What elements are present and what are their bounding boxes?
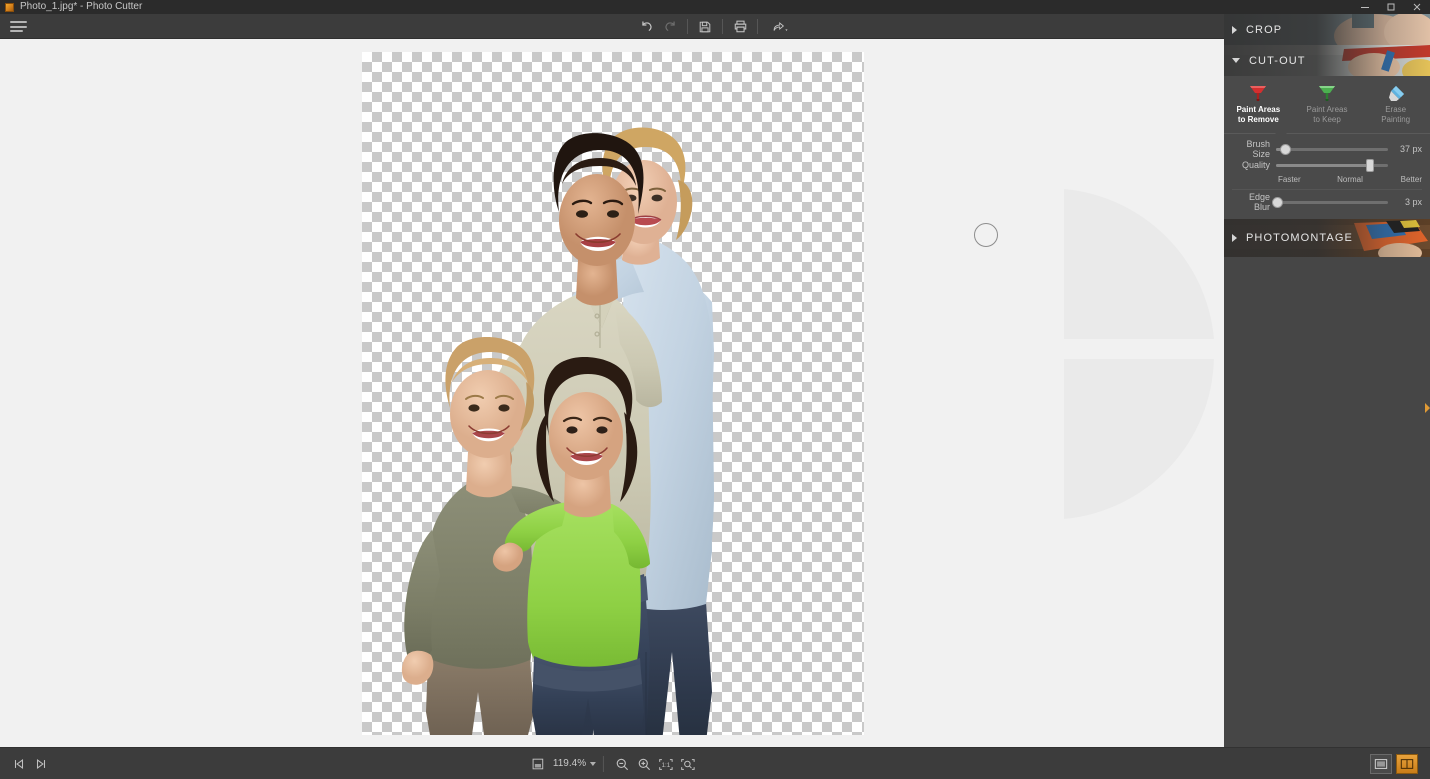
quality-tick-labels: Faster Normal Better xyxy=(1224,173,1430,184)
section-header-photomontage[interactable]: PHOTOMONTAGE xyxy=(1224,219,1430,257)
view-single-button[interactable] xyxy=(1370,754,1392,774)
section-title-photomontage: PHOTOMONTAGE xyxy=(1246,232,1353,244)
next-image-button[interactable] xyxy=(30,753,52,775)
tool-label-erase: Erase Painting xyxy=(1381,105,1410,125)
slider-row-edge-blur: Edge Blur 3 px xyxy=(1224,192,1430,212)
slider-knob-edge-blur[interactable] xyxy=(1272,196,1284,208)
actual-size-button[interactable]: 1:1 xyxy=(655,753,677,775)
status-separator xyxy=(603,756,605,772)
toolbar-buttons xyxy=(634,14,796,39)
cutout-photo xyxy=(401,127,714,735)
tool-label-remove-line1: Paint Areas xyxy=(1236,105,1281,114)
save-button[interactable] xyxy=(693,15,717,39)
slider-track-brush-size[interactable] xyxy=(1276,143,1388,155)
paint-keep-icon xyxy=(1319,86,1335,101)
view-mode-controls xyxy=(1370,748,1418,779)
minimize-button[interactable] xyxy=(1352,0,1378,14)
quality-tick-better: Better xyxy=(1400,175,1422,184)
undo-button[interactable] xyxy=(634,15,658,39)
panel-collapse-handle[interactable] xyxy=(1424,399,1430,417)
tool-label-erase-line1: Erase xyxy=(1385,105,1407,114)
tool-erase-painting[interactable]: Erase Painting xyxy=(1361,84,1430,127)
toolbar-separator xyxy=(722,19,723,34)
app-icon xyxy=(5,2,14,12)
application-window: Photo_1.jpg* - Photo Cutter CROP CUT-OUT… xyxy=(0,0,1430,779)
slider-label-brush-size: Brush Size xyxy=(1246,139,1270,159)
slider-label-edge-blur: Edge Blur xyxy=(1248,192,1270,212)
active-tool-indicator xyxy=(1275,128,1287,134)
section-title-cutout: CUT-OUT xyxy=(1249,54,1306,67)
close-button[interactable] xyxy=(1404,0,1430,14)
slider-track-edge-blur[interactable] xyxy=(1272,196,1388,208)
tool-label-erase-line2: Painting xyxy=(1381,115,1411,124)
image-canvas[interactable] xyxy=(362,52,864,735)
slider-label-quality: Quality xyxy=(1241,160,1270,170)
tool-label-keep-line2: to Keep xyxy=(1313,115,1341,124)
section-title-crop: CROP xyxy=(1246,23,1283,36)
tool-label-keep-line1: Paint Areas xyxy=(1306,105,1348,114)
eraser-icon xyxy=(1388,86,1404,101)
zoom-level-value[interactable]: 119.4% xyxy=(549,748,590,779)
section-header-crop[interactable]: CROP xyxy=(1224,14,1430,45)
slider-knob-quality[interactable] xyxy=(1366,158,1375,172)
background-watermark xyxy=(1064,189,1214,519)
chevron-right-icon xyxy=(1232,234,1237,242)
share-button[interactable] xyxy=(763,15,796,39)
print-button[interactable] xyxy=(728,15,752,39)
maximize-button[interactable] xyxy=(1378,0,1404,14)
toolbar-separator xyxy=(757,19,758,34)
status-bar: 119.4% 1:1 xyxy=(0,747,1430,779)
paint-remove-icon xyxy=(1250,86,1267,101)
slider-value-brush-size: 37 px xyxy=(1399,144,1422,154)
zoom-in-button[interactable] xyxy=(633,753,655,775)
chevron-right-icon xyxy=(1232,25,1237,34)
slider-divider xyxy=(1232,189,1422,190)
quality-tick-faster: Faster xyxy=(1278,175,1301,184)
slider-value-edge-blur: 3 px xyxy=(1404,197,1422,207)
fit-to-screen-button[interactable] xyxy=(677,753,699,775)
redo-button[interactable] xyxy=(658,15,682,39)
slider-track-quality[interactable] xyxy=(1276,158,1388,172)
cutout-sliders: Brush Size 37 px Quality Faster Normal B… xyxy=(1224,134,1430,219)
zoom-dropdown-caret[interactable] xyxy=(590,762,597,766)
quality-tick-normal: Normal xyxy=(1337,175,1363,184)
slider-fill-quality xyxy=(1276,163,1371,167)
toolbar-separator xyxy=(687,19,688,34)
tool-paint-areas-to-remove[interactable]: Paint Areas to Remove xyxy=(1224,84,1293,134)
slider-knob-brush-size[interactable] xyxy=(1279,143,1291,155)
section-header-cutout[interactable]: CUT-OUT xyxy=(1224,45,1430,76)
slider-row-quality: Quality xyxy=(1224,157,1430,173)
view-split-button[interactable] xyxy=(1396,754,1418,774)
fit-page-icon[interactable] xyxy=(527,753,549,775)
tools-panel: CROP CUT-OUT Paint Areas to Remove Paint… xyxy=(1224,14,1430,779)
slider-row-brush-size: Brush Size 37 px xyxy=(1224,139,1430,159)
tool-label-remove: Paint Areas to Remove xyxy=(1236,105,1280,125)
tool-paint-areas-to-keep[interactable]: Paint Areas to Keep xyxy=(1293,84,1362,127)
tool-label-remove-line2: to Remove xyxy=(1237,115,1279,124)
title-bar: Photo_1.jpg* - Photo Cutter xyxy=(0,0,1430,14)
zoom-out-button[interactable] xyxy=(611,753,633,775)
cutout-tool-row: Paint Areas to Remove Paint Areas to Kee… xyxy=(1224,76,1430,134)
chevron-down-icon xyxy=(1232,58,1240,63)
zoom-controls: 119.4% 1:1 xyxy=(527,748,699,779)
window-controls xyxy=(1352,0,1430,14)
hamburger-menu-icon[interactable] xyxy=(10,20,27,33)
actual-size-label: 1:1 xyxy=(662,762,671,769)
image-navigation xyxy=(8,748,52,779)
canvas-area[interactable] xyxy=(0,39,1224,747)
brush-cursor xyxy=(974,223,998,247)
window-title: Photo_1.jpg* - Photo Cutter xyxy=(20,1,143,12)
previous-image-button[interactable] xyxy=(8,753,30,775)
tool-label-keep: Paint Areas to Keep xyxy=(1307,105,1348,125)
top-toolbar xyxy=(0,14,1430,39)
